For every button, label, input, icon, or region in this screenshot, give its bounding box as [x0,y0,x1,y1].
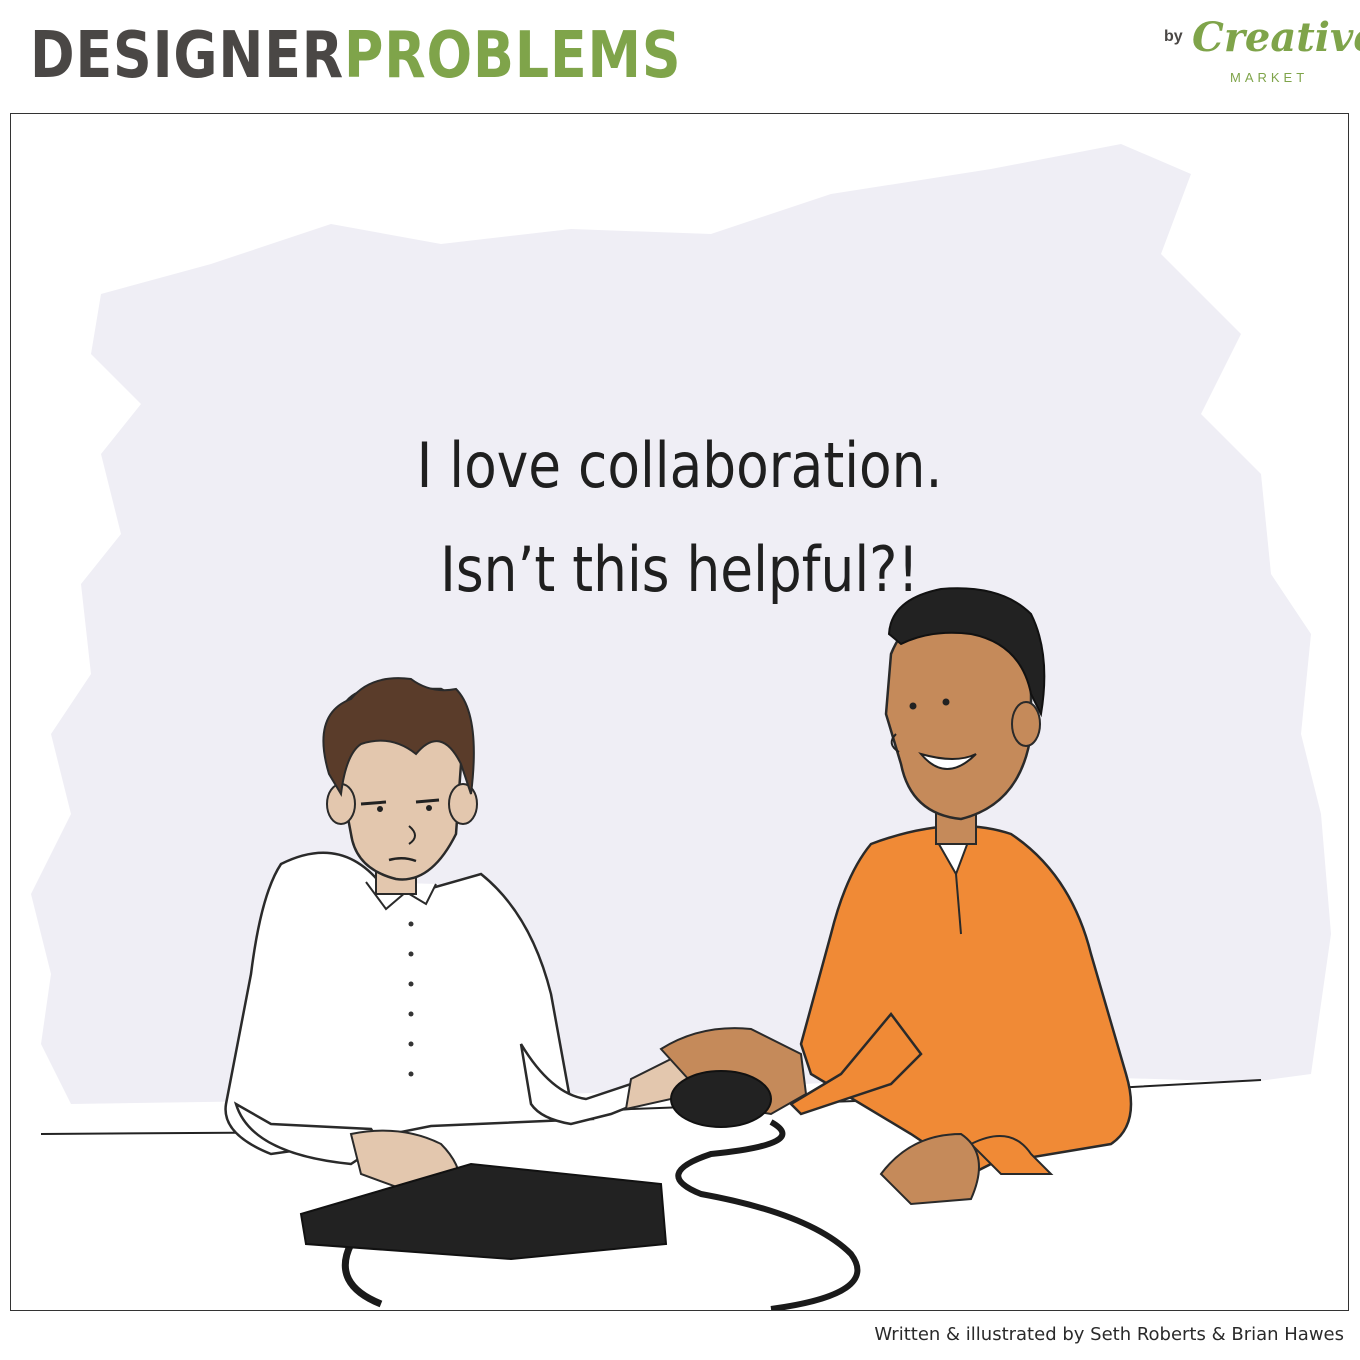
mouse-cable [675,1119,861,1310]
keyboard-cable [341,1242,383,1308]
caption-line-2: Isn’t this helpful?! [440,533,919,606]
comic-panel: I love collaboration. Isn’t this helpful… [10,113,1349,1311]
comic-illustration [31,144,1331,1310]
backdrop-shape [31,144,1331,1104]
author-credit: Written & illustrated by Seth Roberts & … [874,1324,1344,1345]
brand-name: Creative [1192,14,1360,61]
creative-market-logo[interactable]: by Creative MARKET [1136,14,1360,90]
mouse [670,1070,772,1128]
speech-caption: I love collaboration. Isn’t this helpful… [363,414,997,622]
title-problems: PROBLEMS [344,19,682,93]
brand-sub: MARKET [1230,70,1309,85]
brand-by-label: by [1164,28,1183,45]
keyboard [299,1162,668,1261]
title-designer: DESIGNER [30,19,345,93]
caption-line-1: I love collaboration. [416,429,943,502]
comic-series-title: DESIGNERPROBLEMS [30,20,681,92]
